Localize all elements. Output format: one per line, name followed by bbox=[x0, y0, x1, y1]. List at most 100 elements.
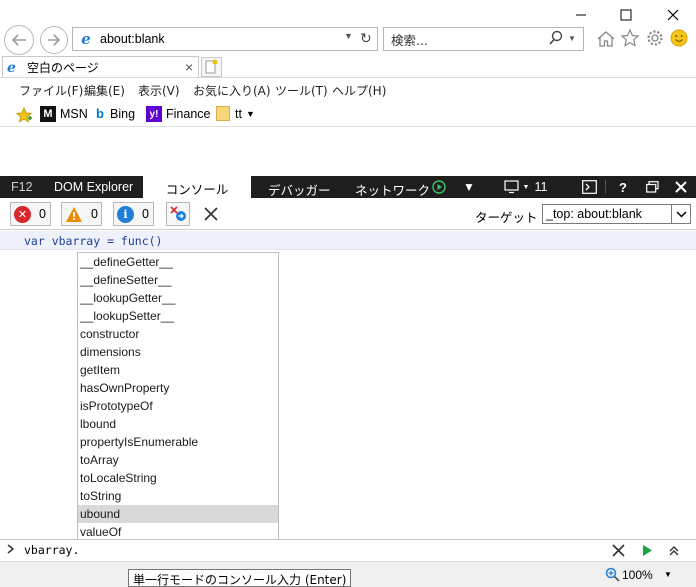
tab-console[interactable]: コンソール bbox=[143, 176, 251, 198]
help-icon[interactable]: ? bbox=[616, 176, 630, 198]
target-select[interactable]: _top: about:blank bbox=[542, 204, 691, 224]
autocomplete-item[interactable]: __defineSetter__ bbox=[78, 271, 278, 289]
ie-page-icon: e bbox=[81, 30, 91, 48]
favorite-bing[interactable]: b Bing bbox=[96, 106, 135, 121]
errors-filter-button[interactable]: ✕ 0 bbox=[10, 202, 51, 226]
autocomplete-item[interactable]: lbound bbox=[78, 415, 278, 433]
console-icon[interactable] bbox=[580, 176, 598, 198]
tab-dom-explorer[interactable]: DOM Explorer bbox=[54, 180, 133, 194]
msn-icon: M bbox=[40, 106, 56, 122]
menu-file[interactable]: ファイル(F) bbox=[19, 82, 83, 99]
console-output-line: var vbarray = func() bbox=[0, 231, 696, 250]
network-record-icon[interactable] bbox=[430, 176, 448, 198]
clear-console-icon[interactable] bbox=[203, 206, 219, 225]
clear-input-icon[interactable] bbox=[612, 544, 625, 560]
target-label: ターゲット bbox=[475, 210, 538, 225]
new-tab-button[interactable] bbox=[201, 57, 222, 77]
expand-multiline-icon[interactable] bbox=[668, 544, 680, 560]
back-arrow-icon[interactable] bbox=[4, 25, 34, 55]
chevron-down-icon: ▼ bbox=[245, 108, 255, 119]
autocomplete-item[interactable]: dimensions bbox=[78, 343, 278, 361]
tab-blank-page[interactable]: e 空白のページ × bbox=[2, 56, 199, 78]
maximize-icon[interactable] bbox=[615, 4, 637, 26]
warning-icon: ! bbox=[65, 206, 83, 223]
search-dropdown-icon[interactable]: ▼ bbox=[568, 34, 576, 43]
autocomplete-item[interactable]: toArray bbox=[78, 451, 278, 469]
undock-icon[interactable] bbox=[643, 176, 661, 198]
separator bbox=[605, 180, 606, 194]
menu-edit[interactable]: 編集(E) bbox=[84, 82, 125, 99]
menu-bar: ファイル(F) 編集(E) 表示(V) お気に入り(A) ツール(T) ヘルプ(… bbox=[0, 77, 696, 100]
emulation-count: 11 bbox=[534, 180, 548, 194]
autocomplete-item[interactable]: isPrototypeOf bbox=[78, 397, 278, 415]
tooltip: 単一行モードのコンソール入力 (Enter) bbox=[128, 569, 352, 587]
autocomplete-item[interactable]: constructor bbox=[78, 325, 278, 343]
search-box[interactable]: 検索... ▼ bbox=[383, 27, 584, 51]
autocomplete-list[interactable]: __defineGetter__ __defineSetter__ __lookup… bbox=[77, 252, 279, 541]
search-input[interactable]: 検索... bbox=[391, 30, 428, 49]
gear-icon[interactable] bbox=[645, 28, 665, 51]
autocomplete-item[interactable]: toString bbox=[78, 487, 278, 505]
forward-arrow-icon[interactable] bbox=[40, 26, 68, 54]
autocomplete-item[interactable]: toLocaleString bbox=[78, 469, 278, 487]
star-icon[interactable] bbox=[620, 28, 640, 51]
tab-title: 空白のページ bbox=[27, 61, 99, 75]
menu-favorites[interactable]: お気に入り(A) bbox=[193, 82, 271, 99]
close-icon[interactable] bbox=[662, 4, 684, 26]
console-input[interactable]: vbarray. bbox=[24, 543, 79, 557]
prompt-chevron-icon bbox=[6, 543, 16, 558]
autocomplete-item[interactable]: __lookupSetter__ bbox=[78, 307, 278, 325]
menu-tools[interactable]: ツール(T) bbox=[275, 82, 328, 99]
yahoo-icon: y! bbox=[146, 106, 162, 122]
minimize-icon[interactable] bbox=[570, 4, 592, 26]
address-bar[interactable]: e about:blank ▼ ↻ bbox=[72, 27, 378, 51]
emulation-dropdown-icon[interactable]: ▼ bbox=[522, 176, 530, 198]
tab-network[interactable]: ネットワーク bbox=[355, 180, 430, 199]
menu-help[interactable]: ヘルプ(H) bbox=[332, 82, 386, 99]
autocomplete-item[interactable]: __defineGetter__ bbox=[78, 253, 278, 271]
clear-on-navigate-icon bbox=[169, 204, 187, 225]
menu-view[interactable]: 表示(V) bbox=[138, 82, 180, 99]
autocomplete-item[interactable]: ubound bbox=[78, 505, 278, 523]
console-command-text: var vbarray = func() bbox=[24, 234, 163, 248]
tab-f12[interactable]: F12 bbox=[11, 180, 33, 194]
refresh-icon[interactable]: ↻ bbox=[360, 30, 372, 47]
favorites-bar: M MSN b Bing y! Finance tt ▼ bbox=[0, 101, 696, 127]
browser-window: e about:blank ▼ ↻ 検索... ▼ e 空白のページ × ファイ… bbox=[0, 0, 696, 587]
run-icon[interactable] bbox=[641, 544, 653, 560]
folder-icon bbox=[216, 106, 230, 121]
favorite-finance[interactable]: y! Finance bbox=[146, 106, 210, 122]
more-tabs-chevron-icon[interactable]: ▼ bbox=[460, 176, 478, 198]
chevron-down-icon bbox=[671, 205, 690, 223]
autocomplete-item[interactable]: getItem bbox=[78, 361, 278, 379]
warnings-filter-button[interactable]: ! 0 bbox=[61, 202, 102, 226]
search-icon[interactable] bbox=[548, 30, 564, 49]
autocomplete-item[interactable]: hasOwnProperty bbox=[78, 379, 278, 397]
info-filter-button[interactable]: i 0 bbox=[113, 202, 154, 226]
autocomplete-item[interactable]: __lookupGetter__ bbox=[78, 289, 278, 307]
smiley-icon[interactable] bbox=[669, 28, 689, 51]
add-favorite-icon[interactable] bbox=[15, 106, 33, 127]
emulation-icon[interactable] bbox=[502, 176, 524, 198]
error-icon: ✕ bbox=[14, 205, 31, 223]
info-icon: i bbox=[117, 205, 134, 223]
tab-close-icon[interactable]: × bbox=[185, 59, 193, 75]
ie-page-icon: e bbox=[7, 59, 16, 76]
favorite-folder-tt[interactable]: tt ▼ bbox=[216, 106, 255, 121]
zoom-dropdown-icon[interactable]: ▼ bbox=[664, 570, 672, 579]
address-text: about:blank bbox=[100, 32, 165, 46]
devtools-tab-bar: F12 DOM Explorer コンソール デバッガー ネットワーク ▼ ▼ … bbox=[0, 176, 696, 198]
home-icon[interactable] bbox=[596, 29, 616, 52]
zoom-icon[interactable] bbox=[605, 567, 621, 586]
dropdown-icon[interactable]: ▼ bbox=[344, 31, 353, 41]
bing-icon: b bbox=[96, 106, 104, 121]
tab-debugger[interactable]: デバッガー bbox=[268, 180, 331, 199]
close-devtools-icon[interactable] bbox=[672, 176, 690, 198]
favorite-msn[interactable]: M MSN bbox=[40, 106, 88, 122]
clear-on-navigate-button[interactable] bbox=[166, 202, 190, 226]
zoom-level[interactable]: 100% bbox=[622, 568, 653, 582]
autocomplete-item[interactable]: propertyIsEnumerable bbox=[78, 433, 278, 451]
console-input-bar: vbarray. bbox=[0, 539, 696, 561]
svg-text:!: ! bbox=[71, 210, 76, 223]
console-toolbar: ✕ 0 ! 0 i 0 ターゲット _top: about:blank bbox=[0, 198, 696, 230]
